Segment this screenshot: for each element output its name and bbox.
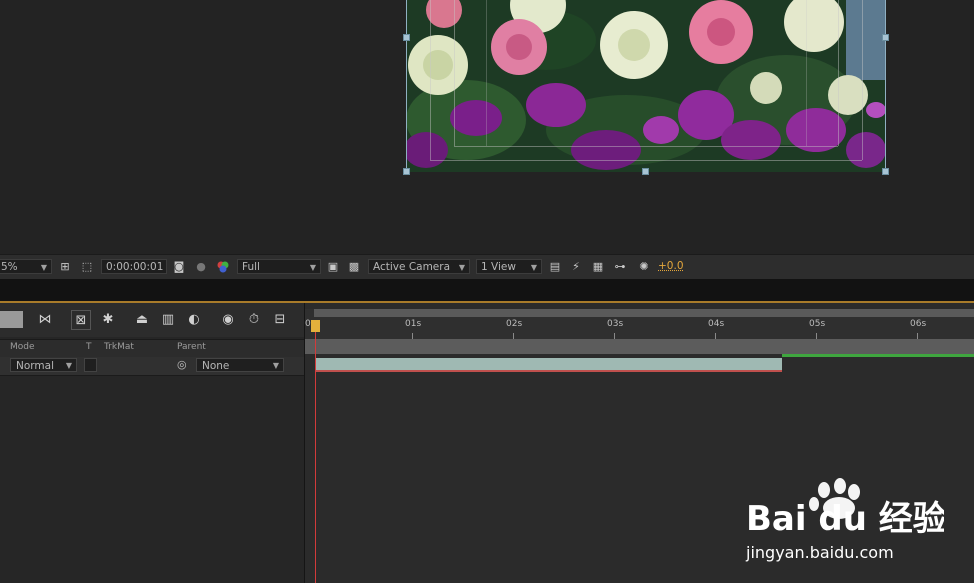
toggle-pixel-aspect-icon[interactable]: ▤: [548, 260, 562, 274]
ruler-label: 05s: [809, 319, 826, 329]
brainstorm-icon[interactable]: ◐: [184, 310, 204, 330]
timecode-field[interactable]: 0:00:00:01: [101, 259, 167, 274]
ruler-label: 06s: [910, 319, 927, 329]
flowers-footage-image[interactable]: [406, 0, 886, 172]
blend-mode-value: Normal: [16, 360, 54, 372]
resolution-dropdown[interactable]: Full ▼: [237, 259, 321, 274]
view-layout-dropdown[interactable]: 1 View ▼: [476, 259, 542, 274]
frame-blending-icon[interactable]: ⏏: [132, 310, 152, 330]
viewer-toolbar: 5% ▼ ⊞ ⬚ 0:00:00:01 ◙ ● Full ▼ ▣ ▩ Activ…: [0, 254, 974, 279]
current-time-indicator[interactable]: [311, 320, 320, 332]
parent-dropdown[interactable]: None ▼: [196, 358, 284, 372]
chevron-down-icon: ▼: [530, 263, 537, 272]
watermark-brand: Bai du 经验: [746, 499, 944, 539]
region-icon[interactable]: ⊞: [58, 260, 72, 274]
ruler-label: 03s: [607, 319, 624, 329]
mode-column-label: Mode: [10, 342, 35, 352]
channel-icon[interactable]: [216, 260, 230, 274]
after-effects-window: 5% ▼ ⊞ ⬚ 0:00:00:01 ◙ ● Full ▼ ▣ ▩ Activ…: [0, 0, 974, 583]
current-time: 0:00:00:01: [106, 261, 164, 273]
safe-guide-right-inner: [838, 0, 839, 146]
ruler-label: 01s: [405, 319, 422, 329]
safe-guide-left-inner: [454, 0, 455, 146]
preserve-transparency-checkbox[interactable]: [84, 358, 97, 372]
layer-bounds-left: [406, 0, 407, 172]
fast-previews-icon[interactable]: ⚡: [569, 260, 583, 274]
chevron-down-icon: ▼: [272, 361, 279, 370]
parent-column-label: Parent: [177, 342, 206, 352]
hide-shy-layers-icon[interactable]: ✱: [98, 310, 118, 330]
flowchart-icon[interactable]: ⊶: [613, 260, 627, 274]
safe-guide-bottom: [430, 160, 862, 161]
resolution-value: Full: [242, 261, 260, 273]
safe-guide-left: [430, 0, 431, 160]
rgb-channels-graphic: [217, 261, 229, 273]
t-column-label: T: [86, 342, 92, 352]
ruler-label: 02s: [506, 319, 523, 329]
transform-handle[interactable]: [403, 168, 410, 175]
chevron-down-icon: ▼: [40, 263, 47, 272]
safe-guide-right: [862, 0, 863, 160]
chevron-down-icon: ▼: [458, 263, 465, 272]
layer-row[interactable]: Normal ▼ ◎ None ▼: [0, 357, 304, 376]
layer-column-header: Mode T TrkMat Parent: [0, 339, 304, 358]
magnification-dropdown[interactable]: 5% ▼: [0, 259, 52, 274]
safe-guide-bottom-inner: [454, 146, 838, 147]
camera-value: Active Camera: [373, 261, 451, 273]
parent-value: None: [202, 360, 230, 372]
exposure-value[interactable]: +0.0: [658, 259, 684, 274]
transform-handle[interactable]: [882, 168, 889, 175]
auto-keyframe-icon[interactable]: ◉: [218, 310, 238, 330]
view-layout-value: 1 View: [481, 261, 516, 273]
motion-blur-icon[interactable]: ▥: [158, 310, 178, 330]
composition-viewer[interactable]: [0, 0, 974, 254]
render-cache-indicator: [782, 354, 974, 357]
grid-guide: [486, 0, 487, 146]
baidu-paw-logo: Bai du 经验 jingyan.baidu.com: [745, 478, 947, 562]
current-time-indicator-line[interactable]: [315, 322, 316, 583]
chevron-down-icon: ▼: [309, 263, 316, 272]
baidu-jingyan-watermark: Bai du 经验 jingyan.baidu.com: [744, 478, 947, 573]
layer-bounds-right: [885, 0, 886, 172]
trkmat-column-label: TrkMat: [104, 342, 134, 352]
transparency-grid-icon[interactable]: ⬚: [80, 260, 94, 274]
layer-duration-bar[interactable]: [315, 358, 782, 372]
layer-search-input[interactable]: [0, 311, 23, 328]
transform-handle[interactable]: [403, 34, 410, 41]
transparency-grid-icon[interactable]: ▩: [347, 260, 361, 274]
blend-mode-dropdown[interactable]: Normal ▼: [10, 358, 77, 372]
comp-mini-flowchart-icon[interactable]: ⋈: [35, 310, 55, 330]
fast-preview-icon[interactable]: ▣: [326, 260, 340, 274]
exposure-reset-icon[interactable]: ✺: [637, 260, 651, 274]
snapshot-icon[interactable]: ◙: [172, 260, 186, 274]
chevron-down-icon: ▼: [65, 361, 72, 370]
panel-separator: [0, 279, 974, 301]
work-area-bar[interactable]: [314, 309, 974, 317]
watermark-url: jingyan.baidu.com: [745, 543, 894, 562]
timeline-icon[interactable]: ▦: [591, 260, 605, 274]
ruler-label: 04s: [708, 319, 725, 329]
work-area-range[interactable]: [305, 339, 974, 354]
transform-handle[interactable]: [882, 34, 889, 41]
transform-handle[interactable]: [642, 168, 649, 175]
show-snapshot-icon[interactable]: ●: [194, 260, 208, 274]
stopwatch-icon[interactable]: ⏱: [244, 310, 264, 330]
graph-editor-icon[interactable]: ⊟: [270, 310, 290, 330]
grid-guide: [806, 0, 807, 146]
draft-3d-icon[interactable]: ⊠: [71, 310, 91, 330]
magnification-value: 5%: [1, 261, 18, 273]
camera-dropdown[interactable]: Active Camera ▼: [368, 259, 470, 274]
pick-whip-icon[interactable]: ◎: [177, 358, 187, 371]
